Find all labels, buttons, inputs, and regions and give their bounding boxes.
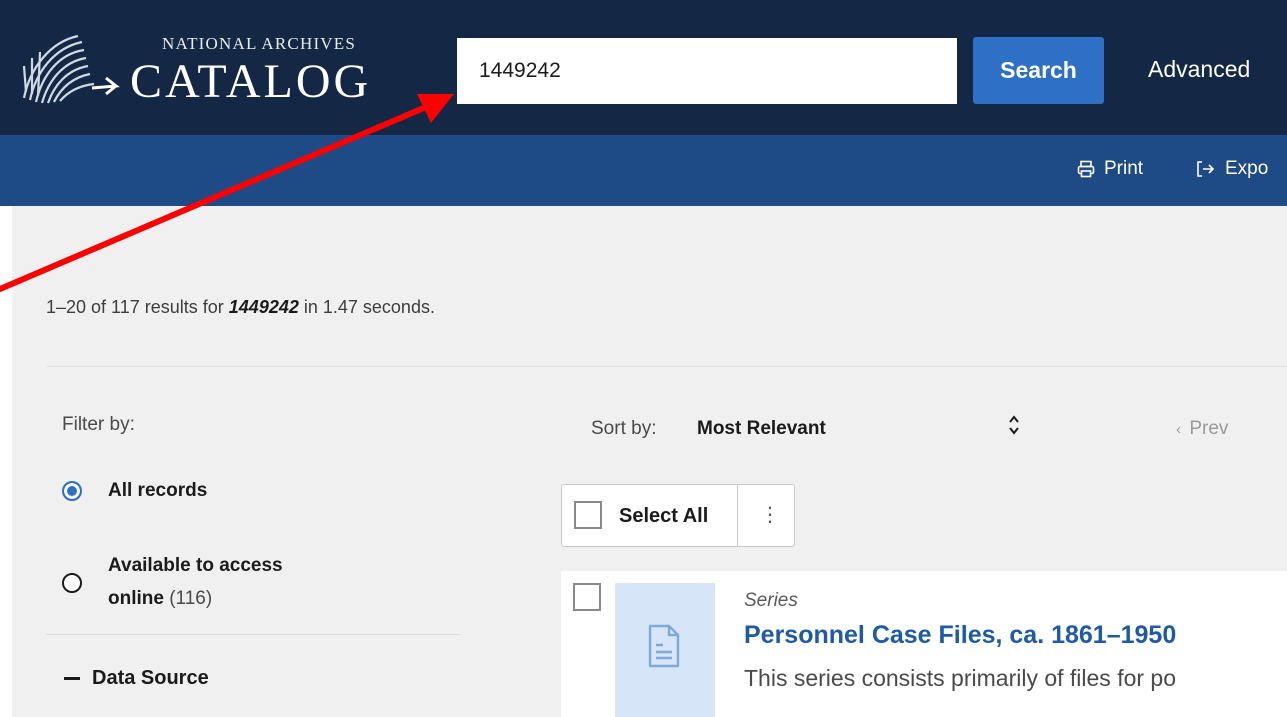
data-source-label: Data Source	[92, 667, 209, 689]
radio-unchecked-icon[interactable]	[62, 573, 82, 593]
summary-query: 1449242	[228, 297, 299, 317]
available-count: (116)	[169, 588, 213, 609]
filter-available-online-label: Available to access online (116)	[108, 549, 283, 615]
page-margin	[0, 206, 12, 717]
summary-prefix: 1–20 of 117 results for	[46, 297, 229, 317]
sort-arrows-icon[interactable]	[1008, 413, 1020, 437]
result-thumbnail[interactable]	[615, 583, 715, 717]
result-title-link[interactable]: Personnel Case Files, ca. 1861–1950	[744, 621, 1176, 650]
result-type: Series	[744, 590, 798, 611]
filter-all-records[interactable]: All records	[62, 474, 207, 507]
advanced-search-link[interactable]: Advanced	[1148, 56, 1250, 83]
logo-subtitle: NATIONAL ARCHIVES	[162, 34, 357, 53]
print-label: Print	[1104, 158, 1144, 179]
prev-label: Prev	[1189, 418, 1229, 439]
search-input[interactable]	[457, 38, 957, 104]
filter-available-online[interactable]: Available to access online (116)	[62, 549, 283, 615]
export-button[interactable]: Expo	[1196, 158, 1268, 180]
radio-checked-icon[interactable]	[62, 481, 82, 501]
bulk-actions: Select All ⋮	[561, 484, 795, 547]
select-all-label[interactable]: Select All	[619, 505, 708, 528]
logo-title: CATALOG	[130, 55, 372, 108]
filter-divider	[46, 634, 460, 635]
filter-all-records-label: All records	[108, 480, 208, 501]
sort-select[interactable]: Most Relevant	[697, 418, 826, 440]
logo-mark-icon	[22, 34, 120, 104]
export-label: Expo	[1225, 158, 1269, 179]
available-line1: Available to access	[108, 555, 283, 576]
data-source-toggle[interactable]: Data Source	[64, 667, 209, 690]
sort-label: Sort by:	[591, 418, 657, 439]
available-line2: online	[108, 588, 164, 609]
bulk-divider	[737, 485, 738, 546]
minus-icon	[64, 677, 80, 680]
kebab-menu-icon[interactable]: ⋮	[760, 501, 780, 529]
document-icon	[648, 624, 680, 668]
result-description: This series consists primarily of files …	[744, 665, 1177, 691]
print-button[interactable]: Print	[1077, 158, 1143, 180]
printer-icon	[1077, 160, 1095, 178]
summary-suffix: in 1.47 seconds.	[298, 297, 435, 317]
prev-page-link[interactable]: ‹ Prev	[1176, 418, 1228, 440]
select-all-checkbox[interactable]	[574, 501, 602, 529]
filter-heading: Filter by:	[62, 414, 135, 435]
search-button[interactable]: Search	[973, 37, 1104, 104]
divider	[46, 366, 1287, 367]
chevron-left-icon: ‹	[1176, 421, 1190, 438]
result-checkbox[interactable]	[573, 583, 601, 611]
catalog-logo[interactable]: NATIONAL ARCHIVES CATALOG	[14, 20, 404, 120]
export-icon	[1197, 161, 1215, 177]
results-summary: 1–20 of 117 results for 1449242 in 1.47 …	[46, 297, 435, 318]
result-item: Series Personnel Case Files, ca. 1861–19…	[561, 571, 1287, 717]
